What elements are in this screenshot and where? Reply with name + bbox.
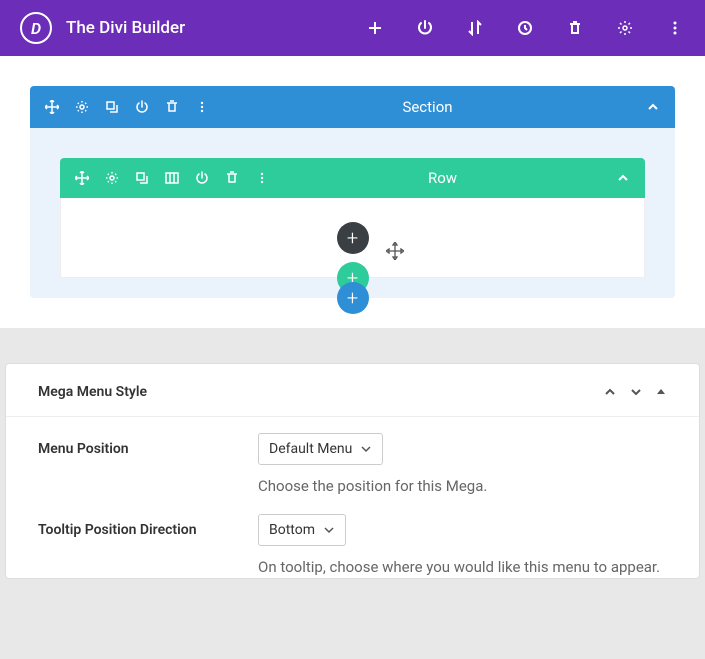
duplicate-icon[interactable] (104, 99, 120, 115)
add-icon[interactable] (365, 18, 385, 38)
gear-icon[interactable] (104, 170, 120, 186)
divi-logo: D (20, 12, 52, 44)
section-label: Section (210, 98, 645, 116)
tooltip-position-help: On tooltip, choose where you would like … (258, 556, 667, 579)
add-module-button[interactable]: + (337, 222, 369, 254)
section-header: Section (30, 86, 675, 128)
settings-panel-title: Mega Menu Style (38, 384, 603, 400)
trash-icon[interactable] (164, 99, 180, 115)
chevron-up-icon[interactable] (603, 385, 617, 399)
power-icon[interactable] (194, 170, 210, 186)
tooltip-position-select[interactable]: Bottom (258, 514, 346, 546)
chevron-down-icon[interactable] (629, 385, 643, 399)
row-header: Row (60, 158, 645, 198)
more-icon[interactable] (194, 99, 210, 115)
chevron-up-icon[interactable] (645, 99, 661, 115)
add-section-button[interactable]: + (337, 282, 369, 314)
power-icon[interactable] (134, 99, 150, 115)
trash-icon[interactable] (565, 18, 585, 38)
gear-icon[interactable] (74, 99, 90, 115)
section-block: Section Row (30, 86, 675, 298)
more-icon[interactable] (254, 170, 270, 186)
duplicate-icon[interactable] (134, 170, 150, 186)
sort-icon[interactable] (465, 18, 485, 38)
power-icon[interactable] (415, 18, 435, 38)
row-block: Row + + (60, 158, 645, 278)
trash-icon[interactable] (224, 170, 240, 186)
chevron-up-icon[interactable] (615, 170, 631, 186)
move-icon[interactable] (44, 99, 60, 115)
menu-position-help: Choose the position for this Mega. (258, 475, 667, 498)
move-cursor-icon (386, 242, 404, 260)
tooltip-position-label: Tooltip Position Direction (38, 514, 258, 579)
builder-title: The Divi Builder (66, 18, 365, 38)
settings-panel: Mega Menu Style Menu Position Default Me… (5, 363, 700, 579)
move-icon[interactable] (74, 170, 90, 186)
more-icon[interactable] (665, 18, 685, 38)
builder-header: D The Divi Builder (0, 0, 705, 56)
menu-position-value: Default Menu (269, 441, 352, 457)
menu-position-label: Menu Position (38, 433, 258, 498)
gear-icon[interactable] (615, 18, 635, 38)
row-label: Row (270, 169, 615, 187)
menu-position-select[interactable]: Default Menu (258, 433, 383, 465)
triangle-up-icon[interactable] (655, 386, 667, 398)
history-icon[interactable] (515, 18, 535, 38)
chevron-down-icon (360, 443, 372, 455)
chevron-down-icon (323, 524, 335, 536)
columns-icon[interactable] (164, 170, 180, 186)
tooltip-position-value: Bottom (269, 522, 315, 538)
